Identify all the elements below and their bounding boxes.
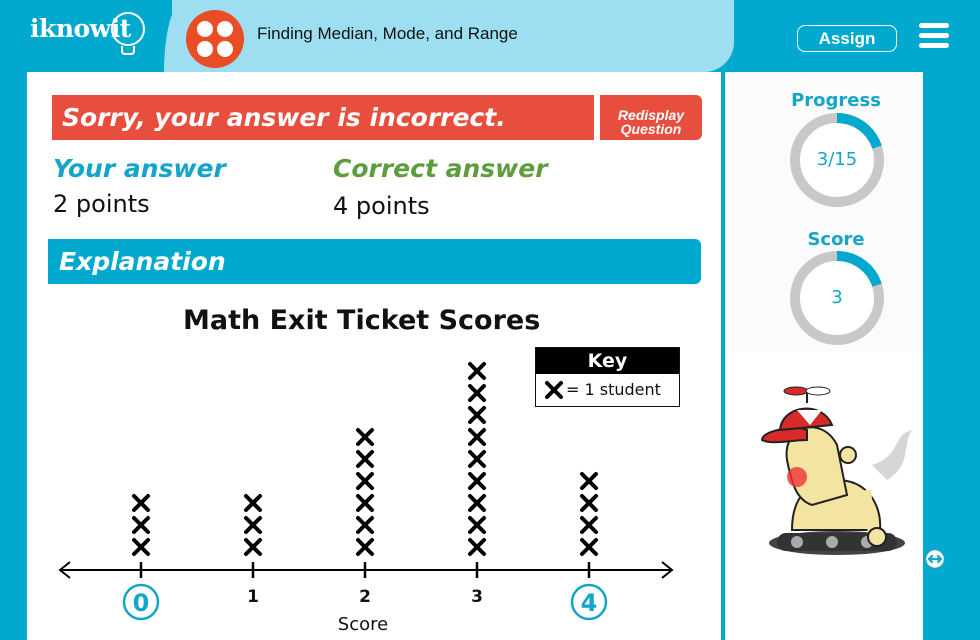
explanation-heading: Explanation xyxy=(48,239,701,284)
hamburger-menu-icon[interactable] xyxy=(919,23,949,49)
tick-label-2: 2 xyxy=(359,587,371,607)
correct-answer-label: Correct answer xyxy=(333,154,548,183)
your-answer-value: 2 points xyxy=(53,190,150,218)
tick-label-3: 3 xyxy=(471,587,483,607)
line-plot: 0 1 2 3 4 Score xyxy=(58,362,674,635)
x-mark-0-2 xyxy=(132,516,150,534)
redisplay-question-button[interactable]: Redisplay Question xyxy=(600,95,702,140)
tick-label-1: 1 xyxy=(247,587,259,607)
x-mark-3-4 xyxy=(468,472,486,490)
x-mark-4-2 xyxy=(580,516,598,534)
score-value: 3 xyxy=(831,287,843,308)
chart-title: Math Exit Ticket Scores xyxy=(183,305,541,336)
incorrect-banner: Sorry, your answer is incorrect. xyxy=(52,95,594,140)
x-mark-4-1 xyxy=(580,538,598,556)
x-mark-2-6 xyxy=(356,428,374,446)
x-mark-3-5 xyxy=(468,450,486,468)
x-mark-3-1 xyxy=(468,538,486,556)
x-mark-4-3 xyxy=(580,494,598,512)
x-mark-3-7 xyxy=(468,406,486,424)
logo-bulb-base-icon xyxy=(121,46,135,55)
logo-bulb-icon xyxy=(111,12,145,46)
lesson-title: Finding Median, Mode, and Range xyxy=(257,24,518,43)
redisplay-label-line2: Question xyxy=(620,120,682,137)
x-mark-1-2 xyxy=(244,516,262,534)
x-mark-3-6 xyxy=(468,428,486,446)
four-dots-icon xyxy=(186,10,244,68)
progress-label: Progress xyxy=(791,90,881,111)
x-mark-0-3 xyxy=(132,494,150,512)
app: iknowit Finding Median, Mode, and Range … xyxy=(0,0,980,640)
correct-answer-value: 4 points xyxy=(333,192,430,220)
score-label: Score xyxy=(807,229,865,250)
x-mark-3-9 xyxy=(468,362,486,380)
panel-divider xyxy=(721,82,725,640)
tick-label-4: 4 xyxy=(581,589,598,617)
x-mark-3-3 xyxy=(468,494,486,512)
x-mark-3-8 xyxy=(468,384,486,402)
data-marks xyxy=(132,362,598,556)
expand-horizontal-icon[interactable] xyxy=(923,547,947,571)
tick-label-0: 0 xyxy=(133,589,150,617)
x-mark-2-5 xyxy=(356,450,374,468)
header: iknowit Finding Median, Mode, and Range … xyxy=(0,0,980,72)
assign-button[interactable]: Assign xyxy=(797,25,897,52)
progress-value: 3/15 xyxy=(816,149,858,170)
x-mark-0-1 xyxy=(132,538,150,556)
your-answer-label: Your answer xyxy=(53,154,226,183)
x-axis-label: Score xyxy=(338,614,388,635)
right-edge-bar xyxy=(952,72,980,640)
robot-mascot-image xyxy=(760,386,912,555)
x-mark-3-2 xyxy=(468,516,486,534)
x-mark-2-3 xyxy=(356,494,374,512)
x-mark-2-1 xyxy=(356,538,374,556)
x-mark-2-2 xyxy=(356,516,374,534)
x-mark-4-4 xyxy=(580,472,598,490)
x-mark-2-4 xyxy=(356,472,374,490)
x-mark-1-1 xyxy=(244,538,262,556)
x-mark-1-3 xyxy=(244,494,262,512)
